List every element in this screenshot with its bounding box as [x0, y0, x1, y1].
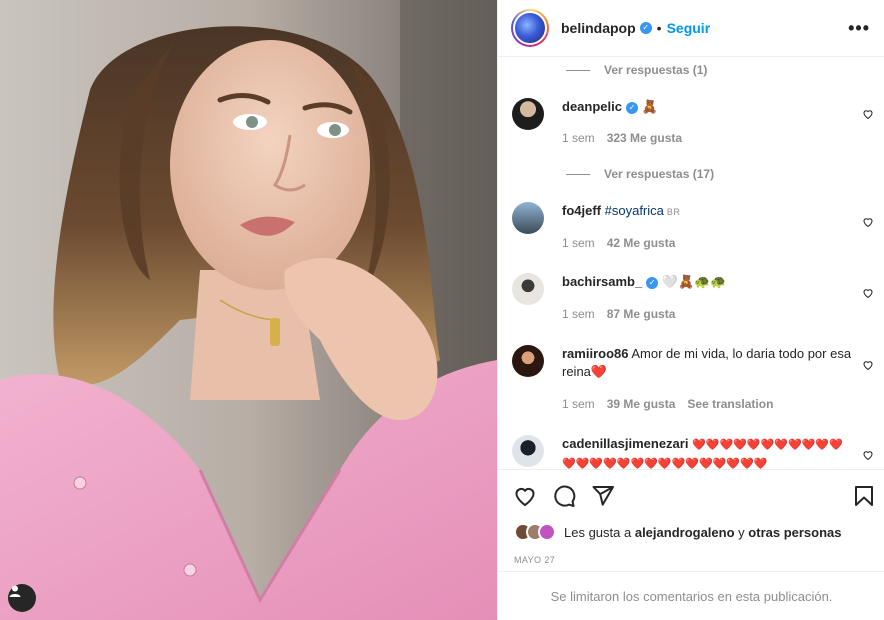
comment-like-icon[interactable]	[862, 359, 874, 371]
liker-username-link[interactable]: alejandrogaleno	[635, 525, 735, 540]
comment-likes[interactable]: 39 Me gusta	[607, 397, 676, 411]
comment-likes[interactable]: 87 Me gusta	[607, 307, 676, 321]
comment-item: deanpelic ✓ 🧸 1 sem 323 Me gusta	[512, 98, 878, 158]
author-username[interactable]: belindapop	[561, 20, 636, 36]
comment-meta: 1 sem 42 Me gusta	[562, 236, 687, 250]
comment-body: deanpelic ✓ 🧸	[562, 98, 852, 116]
post-side-panel: belindapop ✓ • Seguir ••• Ver respuestas…	[497, 0, 884, 620]
view-replies-button[interactable]: Ver respuestas (17)	[566, 167, 714, 181]
commenter-avatar[interactable]	[512, 202, 544, 234]
comment-body: bachirsamb_ ✓ 🤍🧸🐢🐢	[562, 273, 852, 291]
commenter-avatar[interactable]	[512, 435, 544, 467]
liker-avatar[interactable]	[538, 523, 556, 541]
verified-badge-icon: ✓	[639, 22, 652, 34]
comment-body: cadenillasjimenezari ❤️❤️❤️❤️❤️❤️❤️❤️❤️❤…	[562, 435, 852, 469]
region-label: BR	[666, 207, 681, 217]
commenter-avatar[interactable]	[512, 98, 544, 130]
comment-like-icon[interactable]	[862, 108, 874, 120]
verified-badge-icon: ✓	[646, 276, 659, 289]
follow-button[interactable]: Seguir	[667, 20, 711, 36]
comment-time: 1 sem	[562, 397, 595, 411]
comment-text: 🤍🧸🐢🐢	[661, 274, 727, 289]
comment-meta: 1 sem 39 Me gusta See translation	[562, 397, 785, 411]
post-actions-bar	[498, 469, 884, 521]
comment-text: 🧸	[641, 99, 658, 114]
others-link[interactable]: otras personas	[748, 525, 841, 540]
comment-time: 1 sem	[562, 307, 595, 321]
comment-like-icon[interactable]	[862, 287, 874, 299]
commenter-username[interactable]: cadenillasjimenezari	[562, 436, 688, 451]
heart-icon[interactable]	[513, 484, 537, 508]
comment-icon[interactable]	[552, 484, 576, 508]
comment-body: ramiiroo86 Amor de mi vida, lo daria tod…	[562, 345, 852, 381]
hashtag-link[interactable]: #soyafrica	[605, 203, 664, 218]
comment-likes[interactable]: 42 Me gusta	[607, 236, 676, 250]
comment-like-icon[interactable]	[862, 449, 874, 461]
post-date[interactable]: MAYO 27	[514, 555, 555, 565]
commenter-username[interactable]: bachirsamb_	[562, 274, 642, 289]
post-image	[0, 0, 497, 620]
likes-summary: Les gusta a alejandrogaleno y otras pers…	[514, 523, 842, 541]
header-separator: •	[656, 20, 662, 36]
comment-meta: 1 sem 323 Me gusta	[562, 131, 694, 145]
more-options-button[interactable]: •••	[848, 18, 870, 39]
user-tag-icon	[9, 585, 21, 597]
commenter-avatar[interactable]	[512, 273, 544, 305]
comment-time: 1 sem	[562, 236, 595, 250]
comment-item: cadenillasjimenezari ❤️❤️❤️❤️❤️❤️❤️❤️❤️❤…	[512, 435, 878, 469]
commenter-username[interactable]: deanpelic	[562, 99, 622, 114]
see-translation-link[interactable]: See translation	[687, 397, 773, 411]
post-header: belindapop ✓ • Seguir •••	[498, 0, 884, 57]
user-tag-button[interactable]	[8, 584, 36, 612]
author-avatar[interactable]	[511, 9, 549, 47]
comment-item: fo4jeff #soyafrica BR 1 sem 42 Me gusta	[512, 202, 878, 262]
comment-time: 1 sem	[562, 131, 595, 145]
verified-badge-icon: ✓	[625, 101, 638, 114]
comment-like-icon[interactable]	[862, 216, 874, 228]
comments-limited-notice: Se limitaron los comentarios en esta pub…	[498, 571, 884, 620]
comments-list[interactable]: Ver respuestas (1) deanpelic ✓ 🧸 1 sem 32…	[498, 57, 884, 469]
bookmark-icon[interactable]	[852, 484, 876, 508]
commenter-username[interactable]: ramiiroo86	[562, 346, 628, 361]
comment-body: fo4jeff #soyafrica BR	[562, 202, 852, 221]
commenter-avatar[interactable]	[512, 345, 544, 377]
comment-item: ramiiroo86 Amor de mi vida, lo daria tod…	[512, 345, 878, 415]
likes-text: Les gusta a alejandrogaleno y otras pers…	[564, 524, 842, 540]
comment-meta: 1 sem 87 Me gusta	[562, 307, 687, 321]
send-icon[interactable]	[591, 484, 615, 508]
commenter-username[interactable]: fo4jeff	[562, 203, 601, 218]
comment-item: bachirsamb_ ✓ 🤍🧸🐢🐢 1 sem 87 Me gusta	[512, 273, 878, 333]
view-replies-button[interactable]: Ver respuestas (1)	[566, 63, 707, 77]
post-photo[interactable]	[0, 0, 497, 620]
comment-likes[interactable]: 323 Me gusta	[607, 131, 682, 145]
